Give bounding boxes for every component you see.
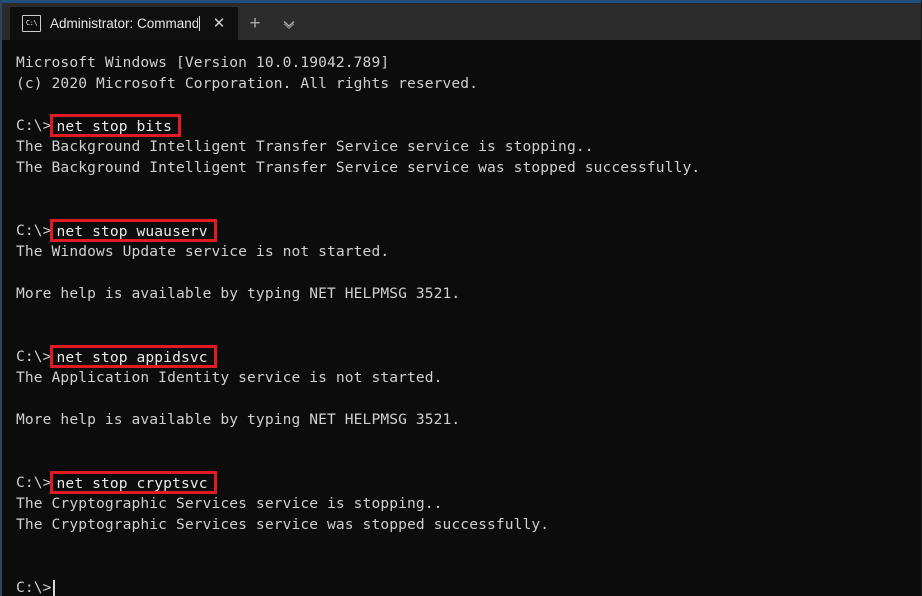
close-icon[interactable]: ✕ [206, 10, 232, 38]
highlighted-command: net stop appidsvc [49, 345, 217, 368]
terminal-output-line: The Background Intelligent Transfer Serv… [16, 138, 594, 155]
terminal-output-line: The Application Identity service is not … [16, 369, 443, 386]
terminal-command-line: C:\> net stop wuauserv [16, 219, 921, 242]
tab-bar: C:\ Administrator: Command Prom ✕ + [2, 3, 921, 40]
terminal-command-line: C:\> net stop bits [16, 114, 921, 137]
highlighted-command: net stop bits [49, 114, 182, 137]
tab-title: Administrator: Command Prom [50, 16, 198, 31]
terminal-output-line: More help is available by typing NET HEL… [16, 285, 461, 302]
new-tab-icon[interactable]: + [238, 7, 272, 40]
terminal-output-line: The Background Intelligent Transfer Serv… [16, 159, 701, 176]
terminal-command-line: C:\> net stop appidsvc [16, 345, 921, 368]
prompt-label: C:\> [16, 474, 52, 491]
terminal-active-prompt-line: C:\> [16, 577, 921, 596]
terminal-output-line: The Cryptographic Services service is st… [16, 495, 443, 512]
text-cursor [52, 579, 55, 596]
prompt-label: C:\> [16, 117, 52, 134]
highlighted-command: net stop wuauserv [49, 219, 217, 242]
terminal-output[interactable]: Microsoft Windows [Version 10.0.19042.78… [2, 40, 921, 596]
chevron-down-icon[interactable] [272, 7, 306, 40]
highlighted-command: net stop cryptsvc [49, 471, 217, 494]
prompt-label: C:\> [16, 222, 52, 239]
terminal-output-line: More help is available by typing NET HEL… [16, 411, 461, 428]
command-prompt-icon: C:\ [22, 15, 41, 32]
terminal-output-line: Microsoft Windows [Version 10.0.19042.78… [16, 54, 390, 71]
prompt-label: C:\> [16, 348, 52, 365]
tab-command-prompt[interactable]: C:\ Administrator: Command Prom ✕ [10, 7, 238, 40]
terminal-command-line: C:\> net stop cryptsvc [16, 471, 921, 494]
tab-bar-left-spacer [2, 3, 10, 40]
prompt-label: C:\> [16, 579, 52, 596]
terminal-window: C:\ Administrator: Command Prom ✕ + Micr… [0, 0, 922, 596]
tab-title-truncation-caret [199, 16, 200, 31]
terminal-output-line: (c) 2020 Microsoft Corporation. All righ… [16, 75, 479, 92]
terminal-output-line: The Windows Update service is not starte… [16, 243, 390, 260]
terminal-output-line: The Cryptographic Services service was s… [16, 516, 550, 533]
